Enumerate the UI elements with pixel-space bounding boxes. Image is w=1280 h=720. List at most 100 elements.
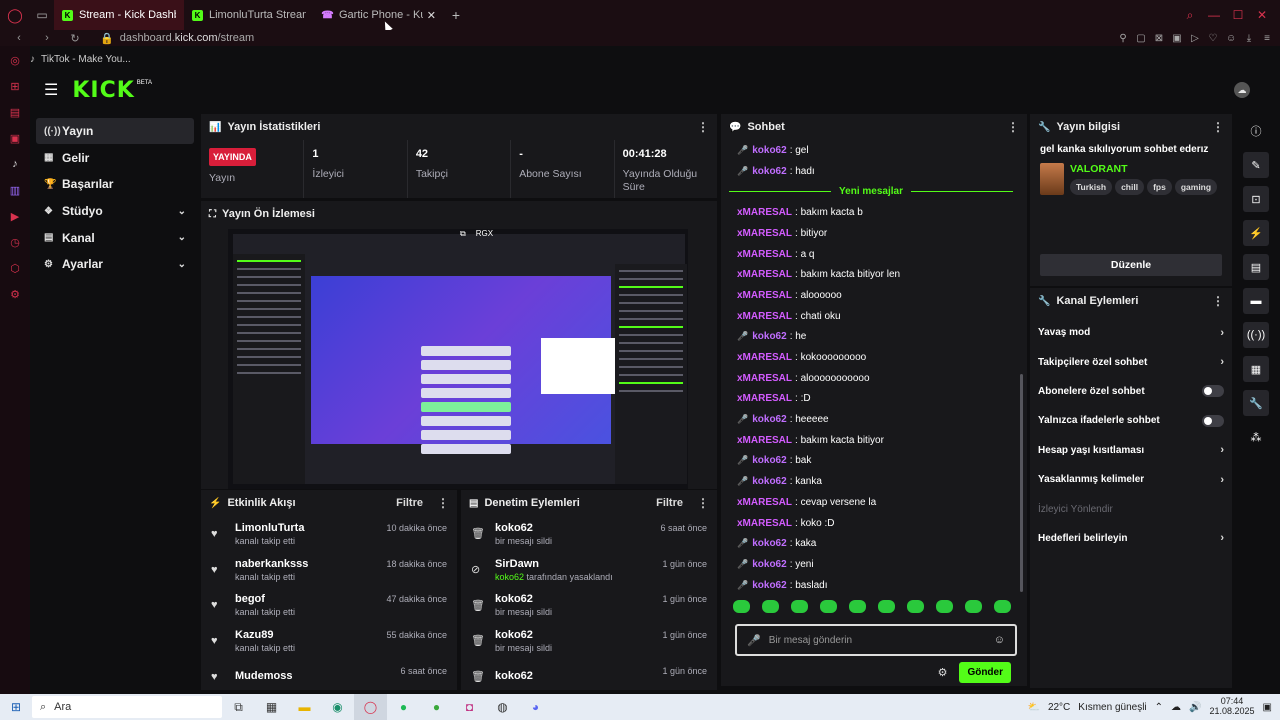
emotes-only-toggle[interactable] (1202, 414, 1224, 427)
mod-user[interactable]: SirDawn (495, 558, 662, 570)
taskbar-clock[interactable]: 07:44 21.08.2025 (1210, 696, 1255, 717)
close-icon[interactable]: ✕ (1252, 8, 1272, 22)
chat-username[interactable]: xMARESAL (737, 269, 792, 280)
tiktok-sidebar-icon[interactable]: ♪ (7, 156, 23, 172)
instagram-icon[interactable]: ◘ (453, 694, 486, 720)
info-icon[interactable]: ⓘ (1243, 118, 1269, 144)
emote-icon[interactable] (907, 600, 924, 613)
chat-username[interactable]: xMARESAL (737, 311, 792, 322)
activity-user[interactable]: begof (235, 593, 386, 605)
nav-item-kanal[interactable]: ▤ Kanal ⌄ (36, 225, 194, 251)
chat-username[interactable]: xMARESAL (737, 497, 792, 508)
chat-username[interactable]: koko62 (752, 414, 786, 425)
network-icon[interactable]: ☁ (1171, 702, 1181, 713)
emote-icon[interactable] (762, 600, 779, 613)
activity-user[interactable]: Kazu89 (235, 629, 386, 641)
nav-item-ayarlar[interactable]: ⚙ Ayarlar ⌄ (36, 251, 194, 277)
chat-scrollbar[interactable] (1020, 374, 1023, 592)
chat-username[interactable]: xMARESAL (737, 228, 792, 239)
player-icon[interactable]: ▶ (7, 208, 23, 224)
chat-username[interactable]: koko62 (752, 580, 786, 591)
chat-username[interactable]: koko62 (752, 476, 786, 487)
tab-kick-dashboard[interactable]: K Stream - Kick Dashboard (54, 0, 184, 30)
filter-button[interactable]: Filtre (656, 497, 683, 509)
player-icon[interactable]: ▷ (1190, 33, 1200, 44)
rgx-button[interactable]: RGX (476, 229, 493, 239)
emote-icon[interactable] (994, 600, 1011, 613)
edit-button[interactable]: Düzenle (1040, 254, 1222, 276)
obs-icon[interactable]: ◍ (486, 694, 519, 720)
layout-icon[interactable]: ▦ (1243, 356, 1269, 382)
vpn-icon[interactable]: ⊠ (1154, 33, 1164, 44)
maximize-icon[interactable]: ☐ (1228, 8, 1248, 22)
stream-preview-video[interactable]: ⧉ RGX (228, 229, 688, 489)
emote-icon[interactable] (878, 600, 895, 613)
forward-icon[interactable]: › (38, 32, 56, 44)
store-icon[interactable]: ▦ (255, 694, 288, 720)
tag[interactable]: fps (1147, 179, 1172, 195)
copy-icon[interactable]: ⧉ (460, 229, 466, 239)
setting-slow-mode[interactable]: Yavaş mod › (1030, 318, 1232, 347)
account-icon[interactable]: ☺ (1226, 33, 1236, 44)
wrench-icon[interactable]: 🔧 (1243, 390, 1269, 416)
emote-icon[interactable] (820, 600, 837, 613)
windows-start-icon[interactable]: ⊞ (0, 700, 32, 714)
chat-settings-icon[interactable]: ⚙ (938, 666, 948, 679)
pencil-icon[interactable]: ✎ (1243, 152, 1269, 178)
chat-username[interactable]: koko62 (752, 166, 786, 177)
focus-icon[interactable]: ⊡ (1243, 186, 1269, 212)
chat-username[interactable]: koko62 (752, 538, 786, 549)
workspaces-icon[interactable]: ▭ (30, 0, 54, 30)
new-tab-button[interactable]: + (444, 7, 468, 23)
tag[interactable]: Turkish (1070, 179, 1113, 195)
reload-icon[interactable]: ↻ (66, 32, 84, 45)
notifications-icon[interactable]: ▣ (1263, 702, 1272, 713)
chat-input[interactable] (768, 634, 994, 646)
back-icon[interactable]: ‹ (10, 32, 28, 44)
chat-username[interactable]: xMARESAL (737, 352, 792, 363)
emote-icon[interactable] (733, 600, 750, 613)
tag[interactable]: gaming (1174, 179, 1218, 195)
search-icon[interactable]: ⌕ (1180, 8, 1200, 23)
taskbar-search-input[interactable] (54, 701, 165, 713)
mod-user[interactable]: koko62 (495, 522, 660, 534)
download-icon[interactable]: ⤓ (1244, 33, 1254, 44)
hamburger-menu-icon[interactable]: ☰ (44, 80, 58, 100)
chat-username[interactable]: koko62 (752, 145, 786, 156)
edge-icon[interactable]: ◉ (321, 694, 354, 720)
task-view-icon[interactable]: ⧉ (222, 694, 255, 720)
discord-icon[interactable]: ◕ (519, 694, 552, 720)
nav-item-yayin[interactable]: ((·)) Yayın (36, 118, 194, 144)
extension-icon[interactable]: ▣ (1172, 33, 1182, 44)
snapshot-icon[interactable]: ▢ (1136, 33, 1146, 44)
address-bar[interactable]: 🔒 dashboard.kick.com/stream (100, 32, 254, 45)
nav-item-studyo[interactable]: ❖ Stüdyo ⌄ (36, 198, 194, 224)
setting-banned-words[interactable]: Yasaklanmış kelimeler › (1030, 465, 1232, 494)
tab-gartic-phone[interactable]: ☎ Gartic Phone - Kulakt ✕ (314, 0, 444, 30)
emoji-icon[interactable]: ☺ (994, 634, 1005, 646)
weather-temp[interactable]: 22°C (1048, 702, 1070, 713)
twitch-icon[interactable]: ▥ (7, 182, 23, 198)
emote-icon[interactable] (965, 600, 982, 613)
more-options-icon[interactable]: ⋮ (1212, 294, 1224, 308)
setting-account-age[interactable]: Hesap yaşı kısıtlaması › (1030, 436, 1232, 465)
filter-button[interactable]: Filtre (396, 497, 423, 509)
chat-username[interactable]: xMARESAL (737, 393, 792, 404)
more-options-icon[interactable]: ⋮ (437, 496, 449, 510)
aria-icon[interactable]: ◎ (7, 52, 23, 68)
signal-icon[interactable]: ((·)) (1243, 322, 1269, 348)
spotify-icon[interactable]: ● (387, 694, 420, 720)
app-icon[interactable]: ● (420, 694, 453, 720)
file-explorer-icon[interactable]: ▬ (288, 694, 321, 720)
menu-icon[interactable]: ≡ (1262, 33, 1272, 44)
opera-logo-icon[interactable]: ◯ (0, 0, 30, 30)
activity-user[interactable]: LimonluTurta (235, 522, 386, 534)
more-options-icon[interactable]: ⋮ (1007, 120, 1019, 134)
emote-icon[interactable] (849, 600, 866, 613)
lightning-icon[interactable]: ⚡ (1243, 220, 1269, 246)
chat-username[interactable]: xMARESAL (737, 373, 792, 384)
weather-desc[interactable]: Kısmen güneşli (1078, 702, 1146, 713)
game-icon[interactable]: ⊞ (7, 78, 23, 94)
history-icon[interactable]: ◷ (7, 234, 23, 250)
volume-icon[interactable]: 🔊 (1189, 702, 1201, 713)
